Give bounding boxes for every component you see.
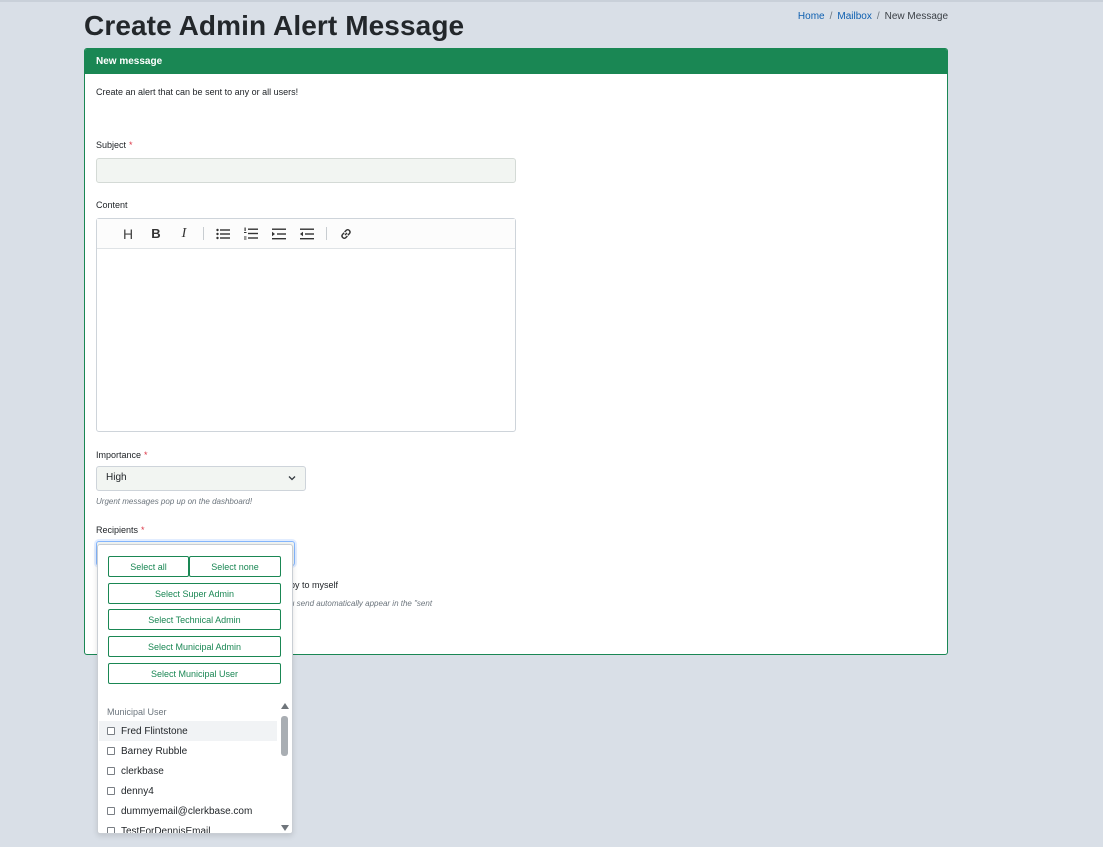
editor-toolbar: H B I <box>97 219 515 249</box>
italic-button[interactable]: I <box>173 223 195 245</box>
checkbox[interactable] <box>107 807 115 815</box>
top-border <box>0 0 1103 2</box>
required-marker: * <box>141 525 145 535</box>
importance-value: High <box>106 472 127 483</box>
intro-text: Create an alert that can be sent to any … <box>96 87 299 97</box>
importance-select[interactable]: High <box>96 466 306 491</box>
numbered-list-button[interactable] <box>240 223 262 245</box>
select-municipal-user-button[interactable]: Select Municipal User <box>108 663 281 684</box>
copy-to-myself-label: py to myself <box>290 580 339 590</box>
list-item[interactable]: TestForDennisEmail <box>99 821 277 833</box>
group-label-municipal-user: Municipal User <box>107 707 167 717</box>
required-marker: * <box>144 450 148 460</box>
checkbox[interactable] <box>107 727 115 735</box>
select-none-button[interactable]: Select none <box>189 556 281 577</box>
indent-button[interactable] <box>268 223 290 245</box>
italic-icon: I <box>181 225 187 241</box>
subject-label: Subject * <box>96 140 133 150</box>
scrollbar-thumb[interactable] <box>281 716 288 756</box>
list-item[interactable]: dummyemail@clerkbase.com <box>99 801 277 821</box>
chevron-down-icon <box>288 476 296 481</box>
outdent-button[interactable] <box>296 223 318 245</box>
breadcrumb-mailbox-link[interactable]: Mailbox <box>837 11 871 22</box>
breadcrumb-current: New Message <box>884 11 948 22</box>
select-municipal-admin-button[interactable]: Select Municipal Admin <box>108 636 281 657</box>
importance-label: Importance * <box>96 450 148 460</box>
scroll-down-arrow-icon[interactable] <box>281 825 289 831</box>
link-icon <box>341 228 351 239</box>
list-item[interactable]: clerkbase <box>99 761 277 781</box>
indent-icon <box>272 228 286 239</box>
select-super-admin-button[interactable]: Select Super Admin <box>108 583 281 604</box>
checkbox[interactable] <box>107 747 115 755</box>
breadcrumb-separator: / <box>829 11 833 22</box>
recipients-dropdown: Select all Select none Select Super Admi… <box>97 544 293 834</box>
content-label: Content <box>96 200 128 210</box>
select-technical-admin-button[interactable]: Select Technical Admin <box>108 609 281 630</box>
numbered-list-icon <box>244 227 258 240</box>
select-all-button[interactable]: Select all <box>108 556 189 577</box>
bullet-list-button[interactable] <box>212 223 234 245</box>
list-item[interactable]: denny4 <box>99 781 277 801</box>
list-item[interactable]: Barney Rubble <box>99 741 277 761</box>
dropdown-scrollbar[interactable] <box>279 701 291 833</box>
card-header: New message <box>85 49 947 74</box>
heading-icon: H <box>122 225 134 242</box>
required-marker: * <box>129 140 133 150</box>
bullet-list-icon <box>216 228 230 239</box>
copy-help-text: u send automatically appear in the "sent <box>290 599 433 608</box>
scroll-up-arrow-icon[interactable] <box>281 703 289 709</box>
checkbox[interactable] <box>107 827 115 833</box>
checkbox[interactable] <box>107 787 115 795</box>
heading-button[interactable]: H <box>117 223 139 245</box>
toolbar-divider <box>326 227 327 240</box>
bold-icon: B <box>151 226 161 241</box>
checkbox[interactable] <box>107 767 115 775</box>
breadcrumb-separator: / <box>876 11 880 22</box>
link-button[interactable] <box>335 223 357 245</box>
subject-input[interactable] <box>96 158 516 183</box>
breadcrumb-home-link[interactable]: Home <box>798 11 825 22</box>
bold-button[interactable]: B <box>145 223 167 245</box>
toolbar-divider <box>203 227 204 240</box>
list-item[interactable]: Fred Flintstone <box>99 721 277 741</box>
breadcrumb: Home / Mailbox / New Message <box>798 11 948 22</box>
page-title: Create Admin Alert Message <box>84 10 465 41</box>
outdent-icon <box>300 228 314 239</box>
content-editor[interactable]: H B I <box>96 218 516 432</box>
recipients-label: Recipients * <box>96 525 145 535</box>
importance-help: Urgent messages pop up on the dashboard! <box>96 497 253 506</box>
